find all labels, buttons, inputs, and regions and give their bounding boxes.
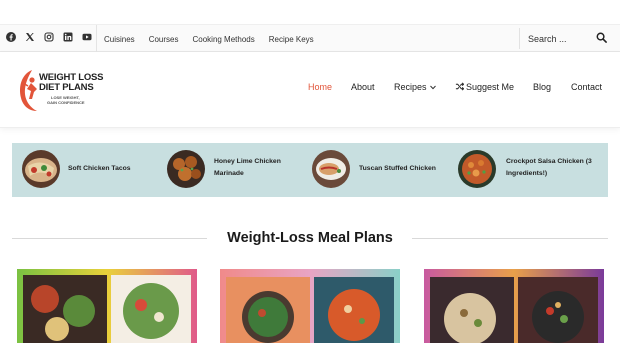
featured-item[interactable]: Tuscan Stuffed Chicken <box>312 150 447 190</box>
page: Cuisines Courses Cooking Methods Recipe … <box>0 0 620 343</box>
main-nav: Home About Recipes Suggest Me Blog Conta… <box>0 82 620 98</box>
facebook-icon[interactable] <box>6 32 16 42</box>
linkedin-icon[interactable] <box>63 32 73 42</box>
nav-contact[interactable]: Contact <box>571 82 602 92</box>
main-header: WEIGHT LOSS DIET PLANS LOSE WEIGHT, GAIN… <box>0 52 620 128</box>
meal-plan-card[interactable] <box>220 269 400 343</box>
featured-title-line1: Honey Lime Chicken <box>214 158 281 165</box>
recipe-thumbnail <box>167 150 205 188</box>
featured-title-line2: Ingredients!) <box>506 170 548 177</box>
search-input[interactable]: Search ... <box>519 28 615 49</box>
instagram-icon[interactable] <box>44 32 54 42</box>
chevron-down-icon[interactable] <box>430 85 436 90</box>
top-nav-cooking-methods[interactable]: Cooking Methods <box>185 35 261 44</box>
recipe-thumbnail <box>458 150 496 188</box>
nav-blog[interactable]: Blog <box>533 82 551 92</box>
meal-plan-card[interactable] <box>17 269 197 343</box>
featured-item[interactable]: Soft Chicken Tacos <box>22 150 152 190</box>
featured-title-line1: Crockpot Salsa Chicken (3 <box>506 158 592 165</box>
nav-home[interactable]: Home <box>308 82 332 92</box>
featured-title-line2: Marinade <box>214 170 244 177</box>
nav-about[interactable]: About <box>351 82 375 92</box>
search-placeholder: Search ... <box>528 33 567 44</box>
top-nav-recipe-keys[interactable]: Recipe Keys <box>262 35 321 44</box>
featured-item[interactable]: Honey Lime Chicken Marinade <box>167 150 302 190</box>
logo-tagline2: GAIN CONFIDENCE <box>47 100 85 105</box>
featured-item[interactable]: Crockpot Salsa Chicken (3 Ingredients!) <box>458 150 608 190</box>
featured-recipes: Soft Chicken Tacos Honey Lime Chicken Ma… <box>12 143 608 197</box>
youtube-icon[interactable] <box>82 32 92 42</box>
divider-right <box>412 238 608 239</box>
x-twitter-icon[interactable] <box>25 32 35 42</box>
featured-title: Soft Chicken Tacos <box>68 165 131 172</box>
top-bar: Cuisines Courses Cooking Methods Recipe … <box>0 24 620 53</box>
nav-suggest-me[interactable]: Suggest Me <box>466 82 514 92</box>
meal-plan-card[interactable] <box>424 269 604 343</box>
top-nav-cuisines[interactable]: Cuisines <box>97 35 142 44</box>
top-nav-courses[interactable]: Courses <box>142 35 186 44</box>
top-nav: Cuisines Courses Cooking Methods Recipe … <box>96 25 321 53</box>
recipe-thumbnail <box>22 150 60 188</box>
nav-recipes[interactable]: Recipes <box>394 82 427 92</box>
search-icon[interactable] <box>596 32 607 43</box>
section-header: Weight-Loss Meal Plans <box>12 228 608 248</box>
featured-title: Tuscan Stuffed Chicken <box>359 165 436 172</box>
social-links <box>6 32 92 42</box>
recipe-thumbnail <box>312 150 350 188</box>
shuffle-icon[interactable] <box>455 82 464 91</box>
